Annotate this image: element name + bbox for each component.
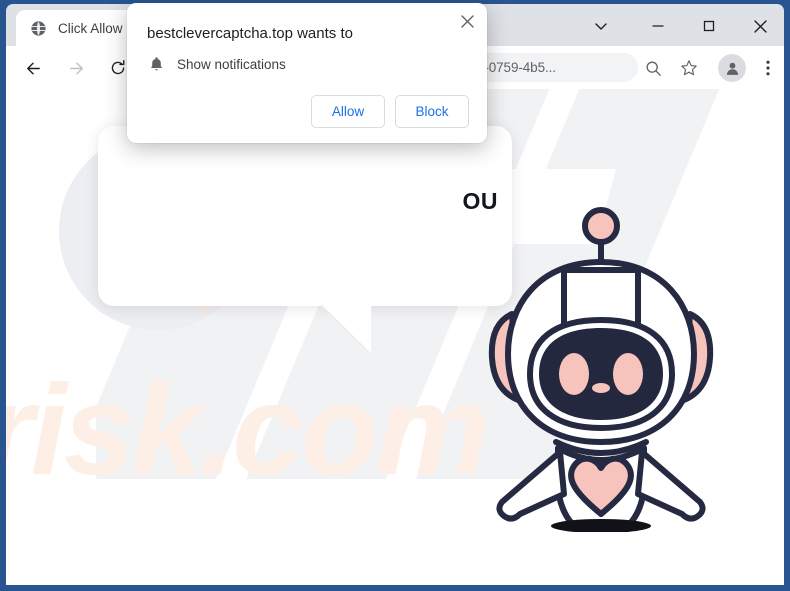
star-icon[interactable] [676, 55, 702, 81]
dialog-close-icon[interactable] [456, 10, 478, 32]
back-arrow-icon[interactable] [20, 55, 46, 81]
bell-icon [147, 55, 165, 73]
window-maximize-icon[interactable] [694, 12, 724, 40]
watermark-text: risk.com [6, 359, 489, 502]
permission-item-label: Show notifications [177, 56, 286, 72]
window-minimize-icon[interactable] [643, 12, 673, 40]
allow-button[interactable]: Allow [311, 95, 385, 128]
dialog-actions: Allow Block [311, 95, 469, 128]
profile-avatar-icon[interactable] [718, 54, 746, 82]
speech-bubble: OU [98, 126, 512, 306]
forward-arrow-icon [63, 55, 89, 81]
robot-mascot-illustration [488, 207, 714, 532]
browser-window-frame: Click Allow risk.com OU bestclevercaptch… [0, 0, 790, 591]
permission-item-row: Show notifications [147, 55, 286, 73]
dialog-title: bestclevercaptcha.top wants to [147, 25, 353, 42]
search-icon[interactable] [640, 55, 666, 81]
three-dot-menu-icon[interactable] [755, 55, 781, 81]
speech-bubble-tail [319, 304, 371, 354]
notification-permission-dialog: bestclevercaptcha.top wants to Show noti… [127, 3, 487, 143]
window-close-icon[interactable] [745, 12, 775, 40]
block-button[interactable]: Block [395, 95, 469, 128]
globe-icon [31, 20, 46, 36]
tab-search-chevron-down-icon[interactable] [586, 12, 616, 40]
page-viewport: risk.com OU [6, 89, 784, 585]
